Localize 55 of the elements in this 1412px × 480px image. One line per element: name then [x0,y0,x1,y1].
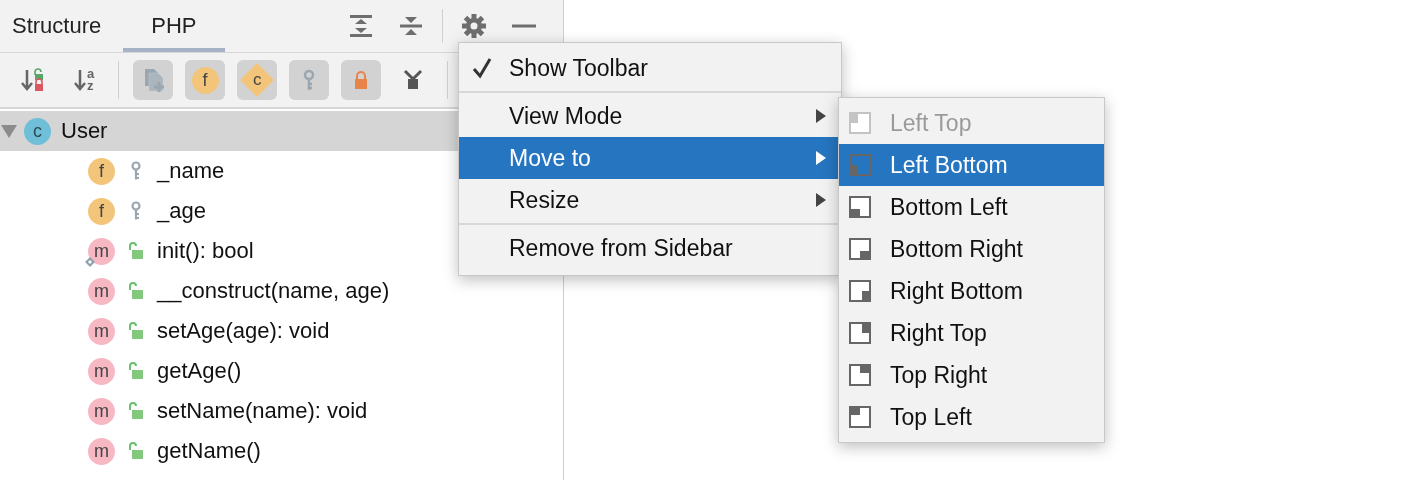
dock-position-icon [848,111,872,135]
tree-item-label[interactable]: __construct(name, age) [157,278,390,304]
dock-position-icon [848,195,872,219]
menu-item[interactable]: Bottom Left [839,186,1104,228]
menu-item[interactable]: Bottom Right [839,228,1104,270]
field-icon: f [88,197,115,225]
menu-item[interactable]: Top Right [839,354,1104,396]
menu-item[interactable]: Left Bottom [839,144,1104,186]
dock-position-icon [848,237,872,261]
method-icon: m [88,437,115,465]
method-icon: m [88,237,115,265]
submenu-arrow-icon [815,192,827,208]
field-icon: f [88,157,115,185]
tree-item-label[interactable]: setAge(age): void [157,318,330,344]
unlocked-icon [127,321,145,341]
constant-icon[interactable]: c [240,63,274,97]
menu-item[interactable]: Top Left [839,396,1104,438]
submenu-arrow-icon [815,108,827,124]
unlocked-icon [127,361,145,381]
unlocked-icon [127,401,145,421]
menu-item[interactable]: Resize [459,179,841,221]
method-icon: m [88,357,115,385]
tree-item-label[interactable]: init(): bool [157,238,254,264]
method-icon: m [88,397,115,425]
unlocked-icon [127,241,145,261]
dock-position-icon [848,153,872,177]
menu-item[interactable]: Show Toolbar [459,47,841,89]
field-icon[interactable]: f [191,66,219,94]
dock-position-icon [848,321,872,345]
submenu-arrow-icon [815,150,827,166]
implements-icon [84,255,96,268]
tree-item-label[interactable]: _age [157,198,206,224]
dock-position-icon [848,279,872,303]
menu-item[interactable]: Remove from Sidebar [459,227,841,269]
dock-position-icon [848,363,872,387]
tab[interactable]: Structure [0,0,114,52]
class-icon: c [24,117,51,145]
checkmark-icon [471,57,493,79]
sort-by-visibility-icon[interactable] [19,67,45,93]
settings-icon[interactable] [461,13,487,39]
menu-item[interactable]: Move to [459,137,841,179]
expand-all-icon[interactable] [348,13,374,39]
unlocked-icon [127,441,145,461]
tree-item-label[interactable]: User [61,118,108,144]
collapse-arrow-icon[interactable] [0,122,18,140]
method-icon: m [88,277,115,305]
tree-item-label[interactable]: getAge() [157,358,242,384]
dock-position-icon [848,405,872,429]
method-icon: m [88,317,115,345]
menu-item[interactable]: Right Bottom [839,270,1104,312]
menu-item[interactable]: Right Top [839,312,1104,354]
tree-item-label[interactable]: getName() [157,438,261,464]
unlocked-icon [127,281,145,301]
tree-item-label[interactable]: _name [157,158,225,184]
tree-item-label[interactable]: setName(name): void [157,398,368,424]
